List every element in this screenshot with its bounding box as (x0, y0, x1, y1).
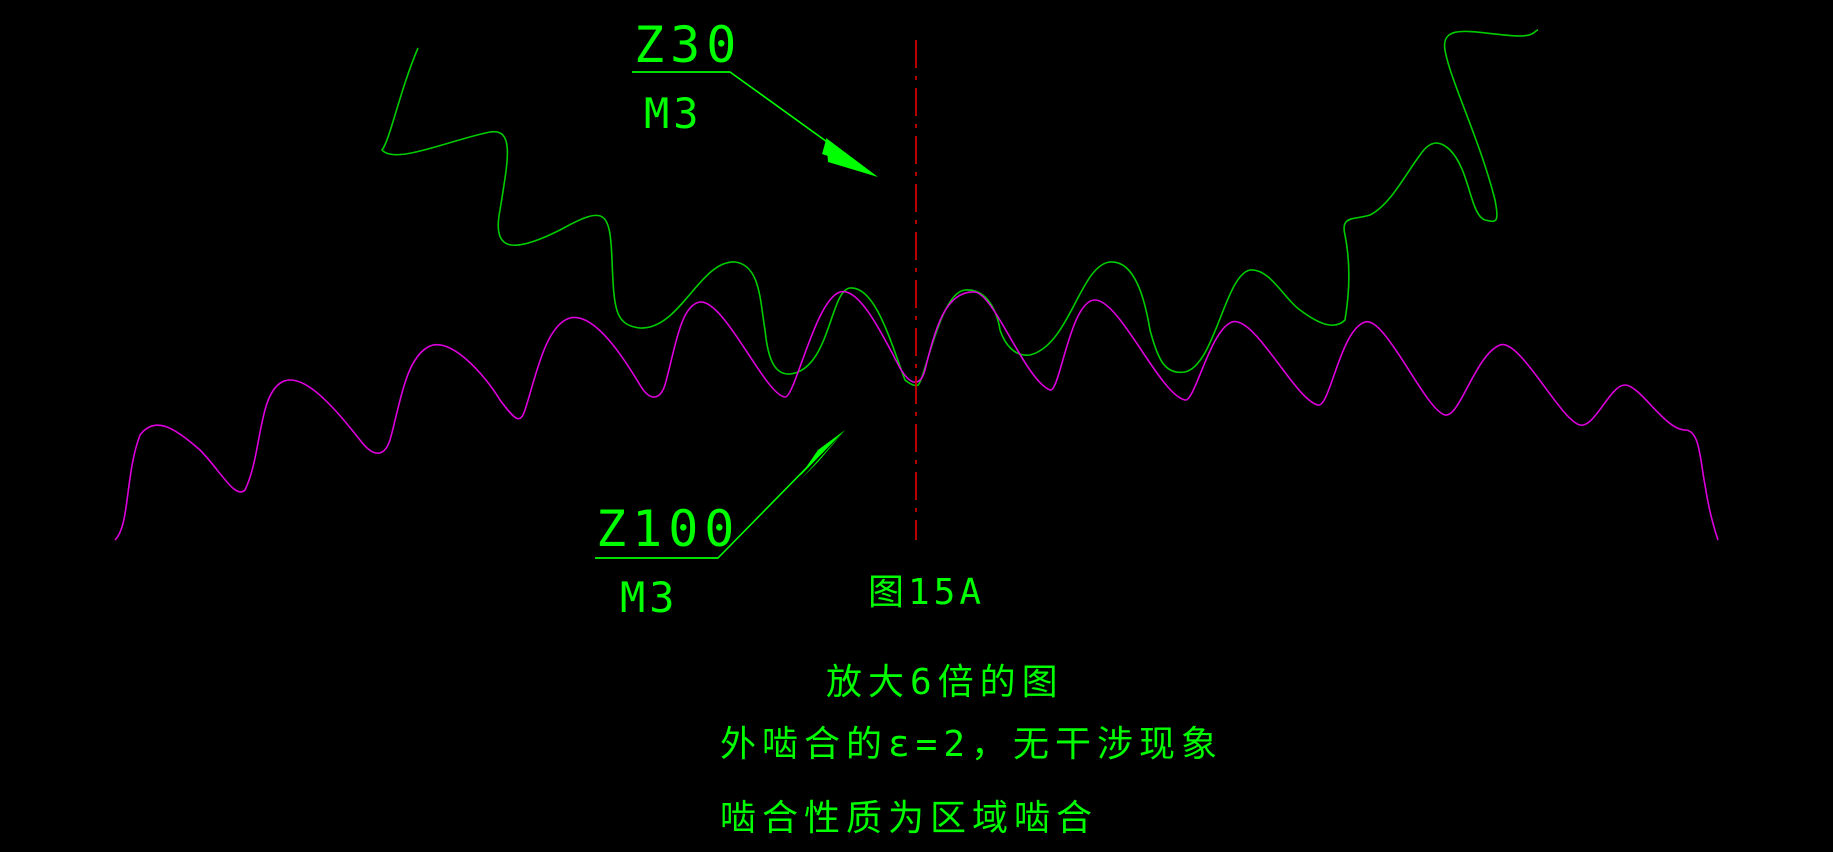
large-gear-module-label: M3 (620, 573, 679, 622)
figure-number-label: 图15A (868, 572, 985, 613)
caption-line-3: 啮合性质为区域啮合 (720, 798, 1098, 839)
caption-line-1: 放大6倍的图 (826, 662, 1064, 703)
caption-line-2: 外啮合的ε=2，无干涉现象 (720, 724, 1223, 765)
large-gear-leader-arrowhead-fill (802, 429, 846, 478)
large-gear-leader-arrowhead (800, 430, 845, 476)
small-gear-leader-arrowhead-fill (826, 138, 878, 177)
small-gear-module-label: M3 (644, 89, 703, 138)
small-gear-teeth-label: Z30 (634, 16, 742, 74)
gear-mesh-drawing: Z30 M3 Z100 M3 图15A 放大6倍的图 外啮合的ε=2，无干涉现象… (114, 16, 1719, 839)
cad-drawing-canvas: Z30 M3 Z100 M3 图15A 放大6倍的图 外啮合的ε=2，无干涉现象… (0, 0, 1833, 852)
large-gear-teeth-label: Z100 (596, 500, 740, 558)
small-gear-tooth-profile (380, 29, 1539, 387)
